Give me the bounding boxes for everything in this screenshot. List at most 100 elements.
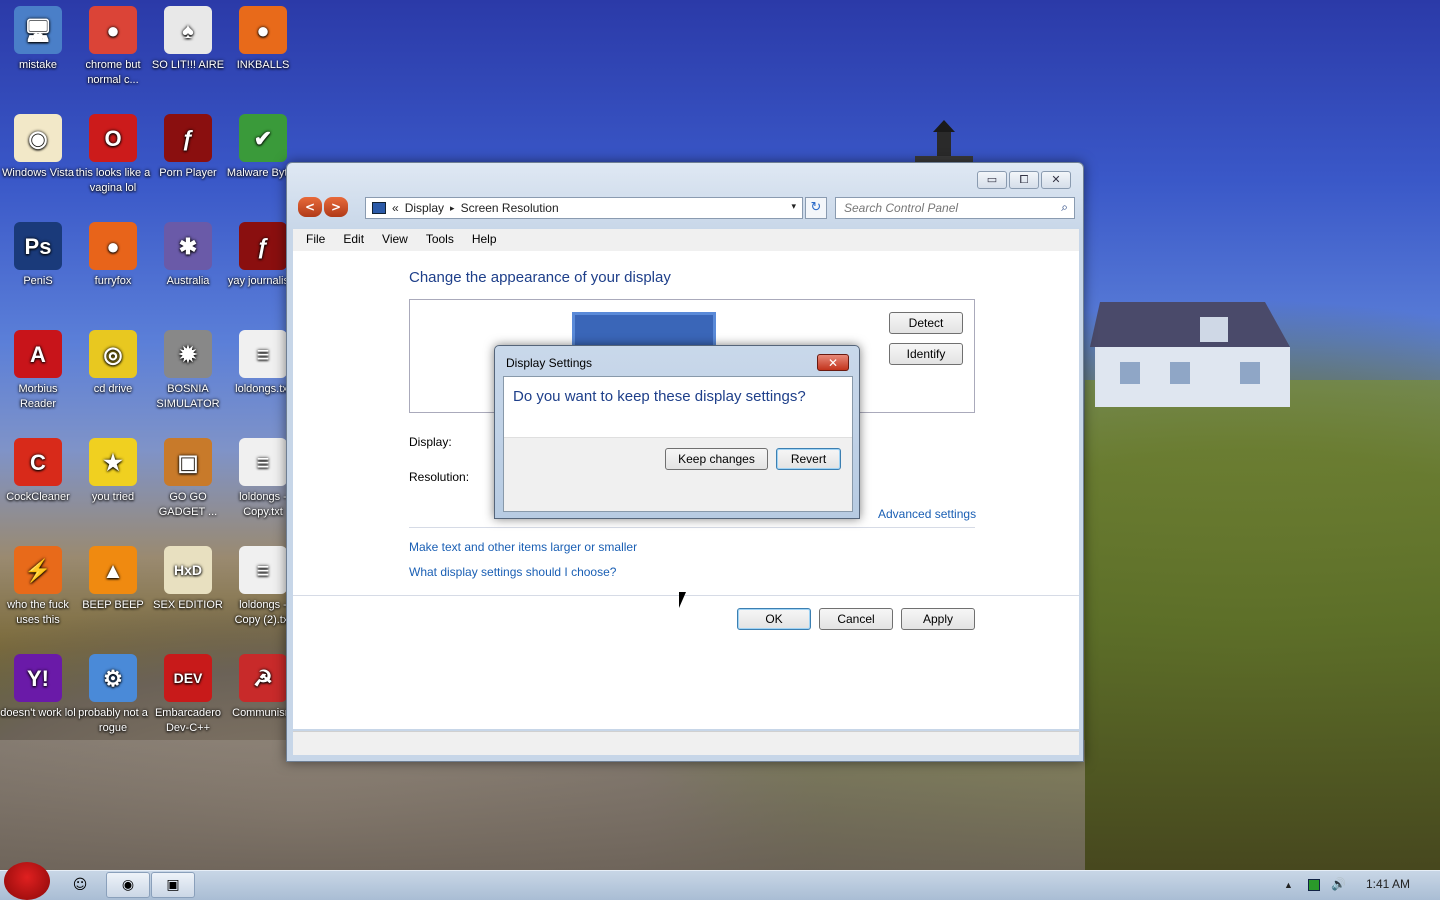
desktop-icon-label: doesn't work lol	[0, 707, 76, 719]
desktop-icon[interactable]: ⚙ probably not a rogue	[75, 654, 151, 736]
desktop-icon[interactable]: ● chrome but normal c...	[75, 6, 151, 88]
dialog-question: Do you want to keep these display settin…	[513, 388, 806, 405]
help-link[interactable]: What display settings should I choose?	[409, 565, 616, 579]
briefcase-icon: ▣	[164, 438, 212, 486]
winamp-icon: ⚡	[14, 546, 62, 594]
advanced-settings-link[interactable]: Advanced settings	[878, 507, 976, 521]
lighthouse-bg	[913, 118, 975, 163]
address-bar[interactable]: « Display ▸ Screen Resolution ▾	[365, 197, 803, 219]
desktop-icon-label: furryfox	[94, 275, 132, 287]
firefox-icon: ●	[89, 222, 137, 270]
taskbar-explorer[interactable]: ☺	[58, 872, 102, 898]
taskbar-chrome[interactable]: ◉	[106, 872, 150, 898]
dialog-footer: Keep changes Revert	[504, 437, 852, 511]
dialog-title: Display Settings	[506, 356, 593, 370]
revert-button[interactable]: Revert	[776, 448, 841, 470]
menu-tools[interactable]: Tools	[417, 229, 463, 251]
desktop-icon[interactable]: ● INKBALLS	[225, 6, 301, 73]
start-button[interactable]	[4, 862, 50, 900]
desktop-icon-label: Porn Player	[159, 167, 217, 179]
clock[interactable]: 1:41 AM	[1366, 877, 1410, 891]
desktop-icon-label: GO GO GADGET ...	[158, 491, 218, 518]
desktop-icon-label: Morbius Reader	[18, 383, 58, 410]
desktop-icon[interactable]: Othis looks like a vagina lol	[75, 114, 151, 196]
desktop-icon[interactable]: ✹ BOSNIA SIMULATOR	[150, 330, 226, 412]
menu-help[interactable]: Help	[463, 229, 506, 251]
desktop-icon[interactable]: ⚡ who the fuck uses this	[0, 546, 76, 628]
detect-button[interactable]: Detect	[889, 312, 963, 334]
breadcrumb-display[interactable]: Display	[405, 201, 444, 215]
desktop-icon[interactable]: Ps PeniS	[0, 222, 76, 289]
text-file-icon: ≡	[239, 546, 287, 594]
address-prefix: «	[392, 201, 399, 215]
refresh-button[interactable]: ↻	[805, 197, 827, 219]
house-bg	[1090, 292, 1300, 412]
maximize-button[interactable]: ⧠	[1009, 171, 1039, 189]
cancel-button[interactable]: Cancel	[819, 608, 893, 630]
desktop-icon-label: CockCleaner	[6, 491, 70, 503]
control-panel-icon	[372, 202, 386, 214]
close-button[interactable]: ✕	[1041, 171, 1071, 189]
desktop-icon-label: BEEP BEEP	[82, 599, 144, 611]
cd-icon: ◎	[89, 330, 137, 378]
menu-bar: File Edit View Tools Help	[293, 229, 1079, 251]
identify-button[interactable]: Identify	[889, 343, 963, 365]
forward-button[interactable]: >	[324, 197, 348, 217]
text-file-icon: ≡	[239, 330, 287, 378]
star-icon: ★	[89, 438, 137, 486]
search-icon[interactable]: ⌕	[1061, 200, 1068, 215]
desktop-icon[interactable]: A Morbius Reader	[0, 330, 76, 412]
ok-button[interactable]: OK	[737, 608, 811, 630]
desktop-icon[interactable]: ◉ Windows Vista	[0, 114, 76, 181]
search-input[interactable]: Search Control Panel ⌕	[835, 197, 1075, 219]
desktop-icon-label: who the fuck uses this	[7, 599, 69, 626]
desktop-icon[interactable]: ▲ BEEP BEEP	[75, 546, 151, 613]
desktop-icon[interactable]: Y! doesn't work lol	[0, 654, 76, 721]
communism-icon: ☭	[239, 654, 287, 702]
back-button[interactable]: <	[298, 197, 322, 217]
desktop-icon[interactable]: HxD SEX EDITIOR	[150, 546, 226, 613]
desktop-icon[interactable]: ƒ Porn Player	[150, 114, 226, 181]
desktop-icon[interactable]: ★ you tried	[75, 438, 151, 505]
desktop-icon[interactable]: ♠ SO LIT!!! AIRE	[150, 6, 226, 73]
desktop-icon[interactable]: ● furryfox	[75, 222, 151, 289]
desktop-icon-label: you tried	[91, 491, 135, 503]
display-settings-dialog: Display Settings ✕ Do you want to keep t…	[494, 345, 860, 519]
hxd-icon: HxD	[164, 546, 212, 594]
desktop-icon[interactable]: ◎ cd drive	[75, 330, 151, 397]
page-title: Change the appearance of your display	[409, 269, 671, 286]
address-dropdown-icon[interactable]: ▾	[791, 201, 796, 212]
desktop-icon[interactable]: C CockCleaner	[0, 438, 76, 505]
tray-expand-icon[interactable]: ▲	[1284, 880, 1293, 890]
egg-icon: ◉	[14, 114, 62, 162]
desktop-icon[interactable]: ▣ GO GO GADGET ...	[150, 438, 226, 520]
desktop-icon-label: PeniS	[23, 275, 53, 287]
divider	[409, 527, 975, 528]
apply-button[interactable]: Apply	[901, 608, 975, 630]
search-placeholder: Search Control Panel	[844, 201, 959, 215]
keep-changes-button[interactable]: Keep changes	[665, 448, 768, 470]
desktop-icon-label: Australia	[166, 275, 210, 287]
desktop-icon[interactable]: DEV Embarcadero Dev-C++	[150, 654, 226, 736]
text-file-icon: ≡	[239, 438, 287, 486]
text-size-link[interactable]: Make text and other items larger or smal…	[409, 540, 637, 554]
menu-file[interactable]: File	[297, 229, 334, 251]
menu-edit[interactable]: Edit	[334, 229, 373, 251]
menu-view[interactable]: View	[373, 229, 417, 251]
desktop-icon-label: probably not a rogue	[78, 707, 148, 734]
dialog-close-button[interactable]: ✕	[817, 354, 849, 371]
network-icon[interactable]	[1308, 879, 1320, 891]
breadcrumb-screen-resolution[interactable]: Screen Resolution	[461, 201, 559, 215]
spider-icon: ✱	[164, 222, 212, 270]
mouse-cursor-icon	[679, 592, 693, 608]
breadcrumb-separator-icon[interactable]: ▸	[450, 203, 455, 214]
volume-icon[interactable]: 🔊	[1331, 877, 1346, 891]
vlc-icon: ▲	[89, 546, 137, 594]
taskbar-display-settings[interactable]: ▣	[151, 872, 195, 898]
minimize-button[interactable]: ▭	[977, 171, 1007, 189]
desktop-icon[interactable]: 🖥 mistake	[0, 6, 76, 73]
desktop-icon-label: SO LIT!!! AIRE	[151, 59, 225, 71]
desktop-icon-label: mistake	[19, 59, 57, 71]
desktop-icon[interactable]: ✱ Australia	[150, 222, 226, 289]
inkball-icon: ●	[239, 6, 287, 54]
